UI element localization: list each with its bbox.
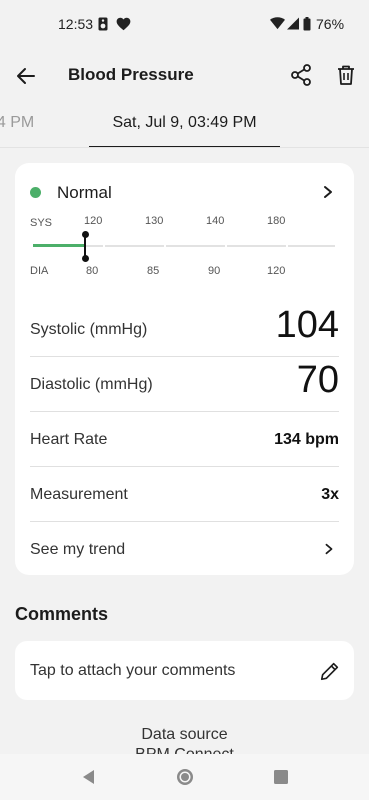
scale-dia-tick: 90 (208, 265, 221, 277)
scale-fill (33, 244, 85, 247)
comments-field[interactable]: Tap to attach your comments (15, 641, 354, 700)
status-time: 12:53 (58, 16, 94, 32)
heart-icon (116, 17, 131, 31)
scale-segment-gap (164, 244, 166, 248)
systolic-label: Systolic (mmHg) (30, 321, 148, 338)
measurement-value: 3x (321, 486, 339, 503)
systolic-row: Systolic (mmHg) 104 (30, 302, 339, 357)
nav-recents-icon[interactable] (271, 767, 291, 787)
back-arrow-icon[interactable] (14, 64, 38, 88)
data-source-label: Data source (141, 726, 228, 743)
status-dot (30, 187, 41, 198)
systolic-value: 104 (275, 304, 339, 346)
chevron-right-icon (324, 186, 332, 198)
battery-icon (303, 17, 311, 31)
pencil-icon[interactable] (319, 660, 341, 682)
wifi-icon (270, 17, 285, 30)
reading-card: Normal SYS 120 130 140 180 DIA 80 85 90 … (15, 163, 354, 575)
scale-dia-tick: 85 (147, 265, 160, 277)
heart-rate-value: 134 bpm (274, 431, 339, 448)
date-tab-current[interactable]: Sat, Jul 9, 03:49 PM (89, 114, 280, 132)
scale-dia-label: DIA (30, 265, 49, 277)
comments-placeholder: Tap to attach your comments (30, 662, 236, 679)
battery-percent: 76% (316, 16, 345, 32)
diastolic-row: Diastolic (mmHg) 70 (30, 357, 339, 412)
speaker-icon (98, 17, 108, 31)
chevron-right-icon (325, 543, 333, 555)
scale-dia-tick: 120 (267, 265, 286, 277)
scale-segment-gap (103, 244, 105, 248)
app-bar: Blood Pressure (0, 48, 369, 104)
scale-sys-tick: 120 (84, 215, 103, 227)
date-tab-previous[interactable]: 24 PM (0, 114, 34, 132)
scale-sys-tick: 180 (267, 215, 286, 227)
status-label: Normal (57, 183, 112, 202)
date-tab-indicator (89, 146, 280, 147)
bp-scale: SYS 120 130 140 180 DIA 80 85 90 120 (15, 211, 354, 283)
see-trend-label: See my trend (30, 541, 126, 558)
heart-rate-row: Heart Rate 134 bpm (30, 412, 339, 467)
scale-marker-dot-top (81, 231, 89, 238)
signal-icon (287, 17, 299, 30)
scale-segment-gap (286, 244, 288, 248)
measurement-row: Measurement 3x (30, 467, 339, 522)
nav-back-icon[interactable] (79, 767, 99, 787)
scale-dia-tick: 80 (86, 265, 99, 277)
measurement-label: Measurement (30, 486, 128, 503)
scale-sys-tick: 140 (206, 215, 225, 227)
status-row[interactable]: Normal (15, 179, 354, 207)
scale-marker-dot-bottom (81, 255, 89, 262)
scale-segment-gap (225, 244, 227, 248)
status-bar: 12:53 76% (0, 0, 369, 48)
see-trend-row[interactable]: See my trend (30, 522, 339, 577)
diastolic-label: Diastolic (mmHg) (30, 376, 153, 393)
nav-home-icon[interactable] (175, 767, 195, 787)
heart-rate-label: Heart Rate (30, 431, 108, 448)
scale-sys-tick: 130 (145, 215, 164, 227)
comments-title: Comments (15, 604, 109, 624)
system-nav-bar (0, 754, 369, 800)
share-icon[interactable] (289, 63, 313, 87)
date-tabs: 24 PM Sat, Jul 9, 03:49 PM (0, 104, 369, 148)
page-title: Blood Pressure (68, 65, 194, 84)
scale-sys-label: SYS (30, 217, 53, 229)
trash-icon[interactable] (334, 63, 358, 87)
diastolic-value: 70 (296, 359, 339, 401)
